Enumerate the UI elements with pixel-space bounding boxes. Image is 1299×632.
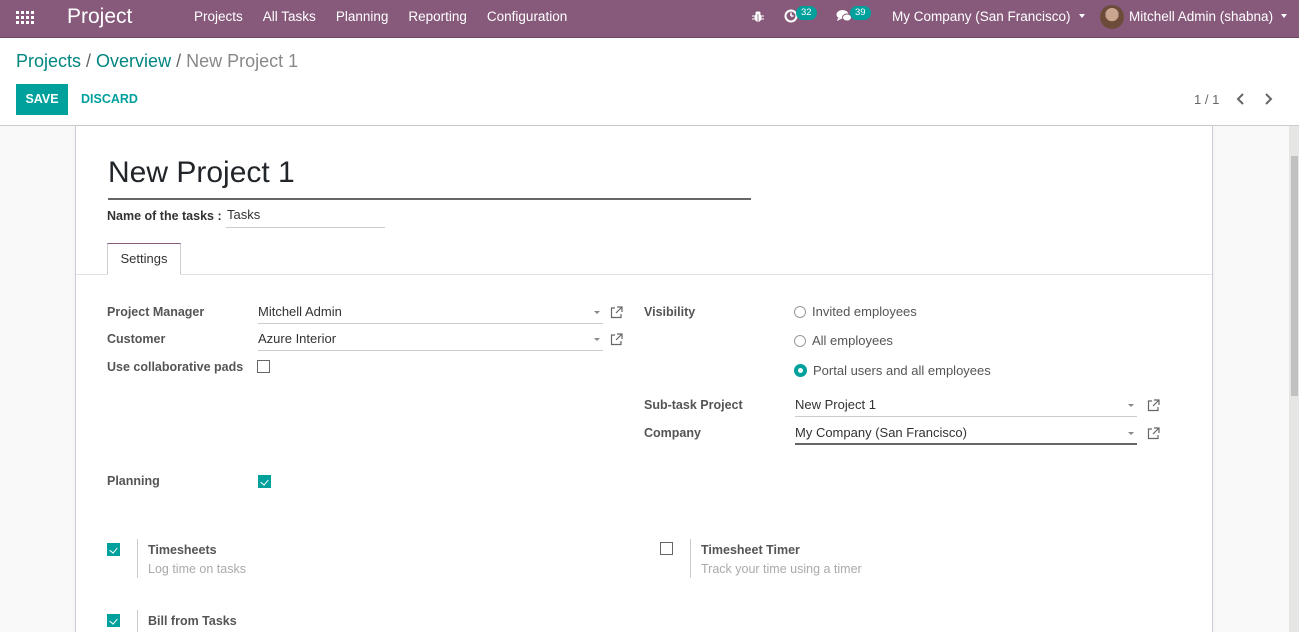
setting-divider (137, 539, 138, 578)
breadcrumb-projects[interactable]: Projects (16, 51, 81, 71)
subtask-project-value: New Project 1 (795, 397, 876, 412)
radio-button-selected[interactable] (794, 364, 807, 377)
company-switcher[interactable]: My Company (San Francisco) (892, 0, 1085, 33)
activity-count-badge: 32 (796, 6, 817, 20)
radio-label: Portal users and all employees (813, 363, 991, 378)
user-menu[interactable]: Mitchell Admin (shabna) (1100, 0, 1288, 33)
form-content-area: New Project 1 Name of the tasks : Tasks … (0, 125, 1299, 632)
app-menu-grid-icon[interactable] (16, 11, 34, 26)
timesheet-timer-title: Timesheet Timer (701, 543, 800, 557)
tasks-name-input[interactable]: Tasks (226, 207, 385, 228)
subtask-project-select[interactable]: New Project 1 (795, 395, 1137, 417)
collaborative-pads-label: Use collaborative pads (107, 360, 244, 374)
top-menu: Projects All Tasks Planning Reporting Co… (184, 0, 577, 38)
message-count-badge: 39 (850, 6, 871, 20)
planning-label: Planning (107, 474, 160, 488)
caret-down-icon (1128, 404, 1134, 407)
external-link-icon[interactable] (1147, 427, 1160, 440)
menu-item-reporting[interactable]: Reporting (398, 0, 477, 38)
breadcrumb-separator: / (176, 51, 182, 71)
customer-value: Azure Interior (258, 331, 337, 346)
user-name: Mitchell Admin (shabna) (1129, 9, 1274, 24)
customer-label: Customer (107, 332, 166, 346)
visibility-label: Visibility (644, 305, 696, 319)
radio-label: Invited employees (812, 304, 917, 319)
company-name: My Company (San Francisco) (892, 9, 1071, 24)
project-manager-label: Project Manager (107, 305, 205, 319)
external-link-icon[interactable] (1147, 399, 1160, 412)
project-manager-select[interactable]: Mitchell Admin (258, 302, 603, 324)
visibility-option-portal[interactable]: Portal users and all employees (794, 363, 991, 378)
project-name-input[interactable]: New Project 1 (108, 152, 751, 200)
pager-value[interactable]: 1 / 1 (1194, 92, 1219, 107)
breadcrumb: Projects / Overview / New Project 1 (16, 51, 298, 72)
scrollbar-thumb[interactable] (1291, 156, 1298, 396)
planning-checkbox[interactable] (258, 475, 271, 488)
subtask-project-label: Sub-task Project (644, 398, 743, 412)
menu-item-configuration[interactable]: Configuration (477, 0, 577, 38)
external-link-icon[interactable] (610, 306, 623, 319)
debug-bug-icon[interactable] (752, 10, 764, 23)
tasks-name-label: Name of the tasks : (107, 209, 222, 223)
external-link-icon[interactable] (610, 333, 623, 346)
company-select[interactable]: My Company (San Francisco) (795, 423, 1137, 445)
menu-item-all-tasks[interactable]: All Tasks (253, 0, 326, 38)
vertical-scrollbar[interactable] (1289, 126, 1299, 632)
menu-item-planning[interactable]: Planning (326, 0, 399, 38)
tab-settings[interactable]: Settings (107, 243, 181, 275)
caret-down-icon (594, 338, 600, 341)
form-sheet: New Project 1 Name of the tasks : Tasks … (75, 126, 1214, 632)
bill-from-tasks-checkbox[interactable] (107, 614, 120, 627)
radio-label: All employees (812, 333, 893, 348)
user-avatar (1100, 4, 1124, 29)
notebook-tabs-border (76, 274, 1214, 275)
radio-button[interactable] (794, 334, 806, 347)
pager-next-icon[interactable] (1262, 90, 1274, 108)
caret-down-icon (1128, 432, 1134, 435)
main-navbar: Project Projects All Tasks Planning Repo… (0, 0, 1299, 38)
visibility-option-invited[interactable]: Invited employees (794, 304, 917, 319)
caret-down-icon (594, 311, 600, 314)
caret-down-icon (1078, 14, 1085, 19)
company-value: My Company (San Francisco) (795, 425, 967, 440)
setting-divider (137, 610, 138, 632)
radio-button[interactable] (794, 305, 806, 318)
timesheet-timer-checkbox[interactable] (660, 542, 673, 555)
customer-select[interactable]: Azure Interior (258, 329, 603, 351)
save-button[interactable]: SAVE (16, 84, 68, 115)
caret-down-icon (1281, 13, 1288, 18)
timesheets-description: Log time on tasks (148, 562, 246, 576)
pager-previous-icon[interactable] (1235, 90, 1247, 108)
setting-divider (690, 539, 691, 578)
bill-from-tasks-title: Bill from Tasks (148, 614, 237, 628)
visibility-option-all-employees[interactable]: All employees (794, 333, 893, 348)
menu-item-projects[interactable]: Projects (184, 0, 253, 38)
company-label: Company (644, 426, 701, 440)
breadcrumb-current: New Project 1 (186, 51, 299, 71)
timesheet-timer-description: Track your time using a timer (701, 562, 862, 576)
breadcrumb-overview[interactable]: Overview (96, 51, 171, 71)
collaborative-pads-checkbox[interactable] (257, 360, 270, 373)
app-title: Project (67, 5, 133, 28)
discard-button[interactable]: DISCARD (81, 84, 138, 115)
project-manager-value: Mitchell Admin (258, 304, 342, 319)
timesheets-title: Timesheets (148, 543, 217, 557)
timesheets-checkbox[interactable] (107, 543, 120, 556)
breadcrumb-separator: / (86, 51, 92, 71)
